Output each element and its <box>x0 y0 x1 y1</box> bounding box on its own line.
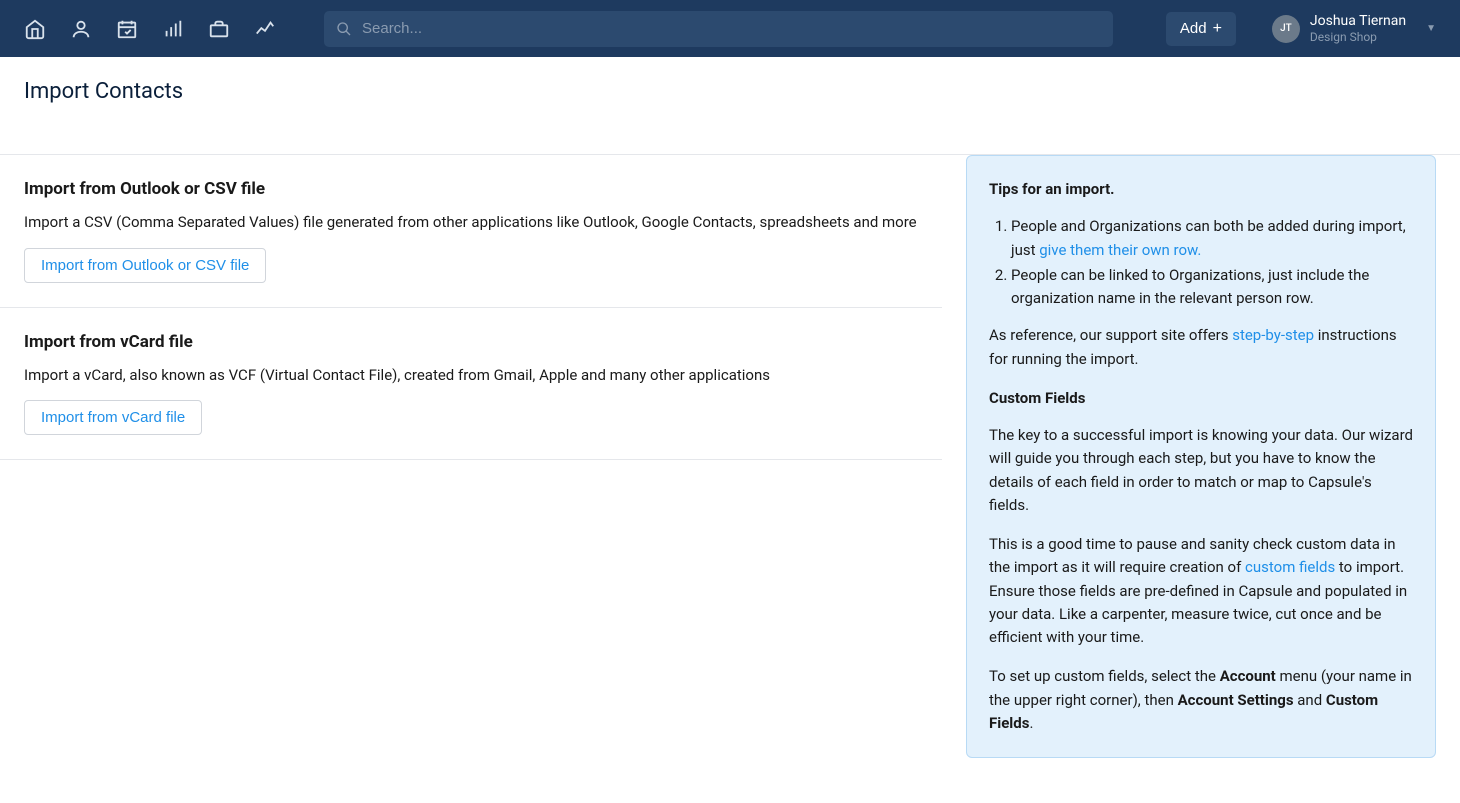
custom-fields-p2: This is a good time to pause and sanity … <box>989 533 1413 649</box>
bars-icon[interactable] <box>162 18 184 40</box>
tips-list: People and Organizations can both be add… <box>989 215 1413 310</box>
content-wrapper: Import from Outlook or CSV file Import a… <box>0 155 1460 782</box>
search-icon <box>336 21 352 37</box>
tips-panel: Tips for an import. People and Organizat… <box>966 155 1436 758</box>
calendar-icon[interactable] <box>116 18 138 40</box>
avatar: JT <box>1272 15 1300 43</box>
add-button-label: Add <box>1180 20 1207 37</box>
person-icon[interactable] <box>70 18 92 40</box>
search-wrapper <box>324 11 1113 47</box>
search-input[interactable] <box>324 11 1113 47</box>
add-button[interactable]: Add + <box>1166 12 1236 46</box>
chart-line-icon[interactable] <box>254 18 276 40</box>
user-org: Design Shop <box>1310 30 1406 44</box>
user-menu[interactable]: JT Joshua Tiernan Design Shop ▼ <box>1272 13 1436 44</box>
custom-fields-heading: Custom Fields <box>989 387 1413 410</box>
tips-heading: Tips for an import. <box>989 178 1413 201</box>
import-vcard-heading: Import from vCard file <box>24 332 918 352</box>
own-row-link[interactable]: give them their own row. <box>1039 241 1201 259</box>
step-by-step-link[interactable]: step-by-step <box>1232 326 1314 344</box>
page-header: Import Contacts <box>0 57 1460 155</box>
briefcase-icon[interactable] <box>208 18 230 40</box>
custom-fields-link[interactable]: custom fields <box>1245 558 1335 576</box>
tips-list-item-2: People can be linked to Organizations, j… <box>1011 264 1413 311</box>
user-name: Joshua Tiernan <box>1310 13 1406 30</box>
import-csv-description: Import a CSV (Comma Separated Values) fi… <box>24 211 918 234</box>
main-content: Import from Outlook or CSV file Import a… <box>0 155 942 460</box>
topbar: Add + JT Joshua Tiernan Design Shop ▼ <box>0 0 1460 57</box>
chevron-down-icon: ▼ <box>1426 23 1436 34</box>
plus-icon: + <box>1213 21 1222 37</box>
import-csv-section: Import from Outlook or CSV file Import a… <box>0 155 942 308</box>
tips-reference: As reference, our support site offers st… <box>989 324 1413 371</box>
home-icon[interactable] <box>24 18 46 40</box>
page-title: Import Contacts <box>24 79 1436 104</box>
user-info: Joshua Tiernan Design Shop <box>1310 13 1406 44</box>
custom-fields-p3: To set up custom fields, select the Acco… <box>989 665 1413 735</box>
import-csv-button[interactable]: Import from Outlook or CSV file <box>24 248 266 283</box>
tips-list-item-1: People and Organizations can both be add… <box>1011 215 1413 262</box>
nav-icons <box>24 18 276 40</box>
import-csv-heading: Import from Outlook or CSV file <box>24 179 918 199</box>
custom-fields-p1: The key to a successful import is knowin… <box>989 424 1413 517</box>
import-vcard-button[interactable]: Import from vCard file <box>24 400 202 435</box>
import-vcard-section: Import from vCard file Import a vCard, a… <box>0 308 942 461</box>
import-vcard-description: Import a vCard, also known as VCF (Virtu… <box>24 364 918 387</box>
